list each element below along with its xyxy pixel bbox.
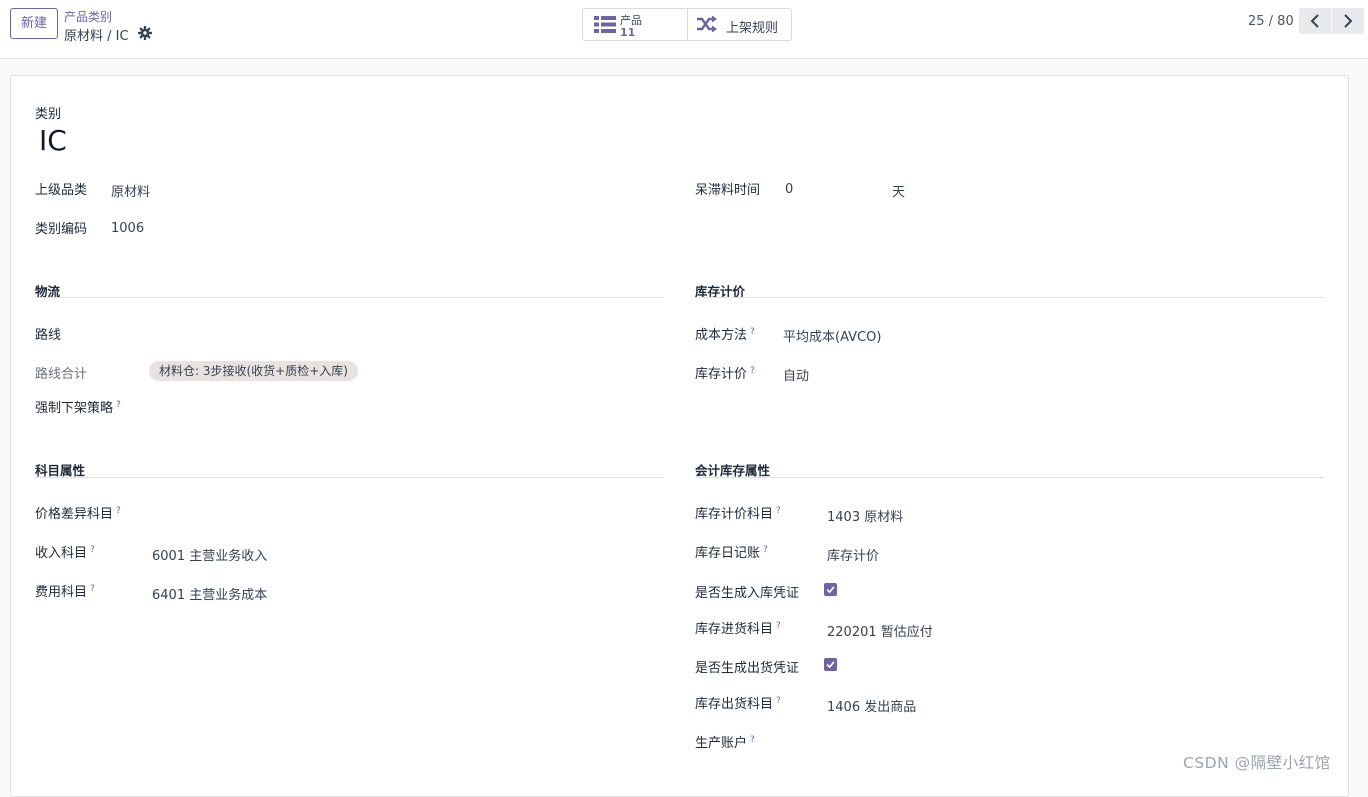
chevron-right-icon bbox=[1344, 14, 1353, 28]
form-sheet: 类别 IC 上级品类 原材料 类别编码 1006 呆滞料时间 0 天 物流 路线… bbox=[10, 75, 1349, 797]
production-account-label: 生产账户? bbox=[695, 732, 755, 751]
generate-out-voucher-label: 是否生成出货凭证 bbox=[695, 661, 800, 676]
dead-stock-time-unit: 天 bbox=[892, 185, 906, 200]
stock-journal-label: 库存日记账? bbox=[695, 542, 768, 561]
new-button[interactable]: 新建 bbox=[10, 8, 58, 39]
help-tooltip-icon[interactable]: ? bbox=[116, 400, 121, 410]
category-code-label: 类别编码 bbox=[35, 222, 88, 237]
stock-valuation-account-field[interactable]: 1403 原材料 bbox=[827, 506, 903, 525]
category-name-input[interactable]: IC bbox=[39, 124, 67, 157]
stock-output-account-field[interactable]: 1406 发出商品 bbox=[827, 696, 916, 715]
stock-journal-label-text: 库存日记账 bbox=[695, 546, 761, 561]
stock-output-account-label-text: 库存出货科目 bbox=[695, 697, 774, 712]
putaway-rules-label: 上架规则 bbox=[726, 21, 779, 36]
inventory-valuation-divider bbox=[695, 297, 1324, 298]
gear-icon[interactable] bbox=[138, 26, 152, 40]
shuffle-icon bbox=[697, 15, 717, 33]
help-tooltip-icon[interactable]: ? bbox=[750, 366, 755, 376]
pager-next-button[interactable] bbox=[1332, 8, 1364, 34]
removal-strategy-label-text: 强制下架策略 bbox=[35, 401, 114, 416]
income-account-label-text: 收入科目 bbox=[35, 546, 88, 561]
control-panel: 新建 产品类别 原材料 / IC 产品 11 上架规则 25 / 80 bbox=[0, 0, 1368, 59]
inventory-valuation-label: 库存计价? bbox=[695, 363, 755, 382]
cost-method-label-text: 成本方法 bbox=[695, 328, 748, 343]
generate-out-voucher-checkbox[interactable] bbox=[824, 658, 837, 671]
help-tooltip-icon[interactable]: ? bbox=[116, 506, 121, 516]
products-smart-count: 11 bbox=[620, 26, 636, 39]
help-tooltip-icon[interactable]: ? bbox=[90, 545, 95, 555]
dead-stock-time-label: 呆滞料时间 bbox=[695, 183, 761, 198]
category-code-field[interactable]: 1006 bbox=[111, 221, 144, 236]
smart-buttons: 产品 11 上架规则 bbox=[582, 8, 792, 41]
parent-category-label: 上级品类 bbox=[35, 183, 88, 198]
stock-valuation-account-label-text: 库存计价科目 bbox=[695, 507, 774, 522]
inventory-valuation-select[interactable]: 自动 bbox=[783, 365, 809, 384]
breadcrumb-current: 原材料 / IC bbox=[64, 29, 129, 44]
stock-journal-field[interactable]: 库存计价 bbox=[827, 545, 879, 564]
help-tooltip-icon[interactable]: ? bbox=[763, 545, 768, 555]
price-difference-account-label: 价格差异科目? bbox=[35, 503, 121, 522]
stock-output-account-label: 库存出货科目? bbox=[695, 693, 781, 712]
chevron-left-icon bbox=[1310, 14, 1319, 28]
category-field-label: 类别 bbox=[35, 107, 62, 122]
generate-in-voucher-checkbox[interactable] bbox=[824, 583, 837, 596]
expense-account-field[interactable]: 6401 主营业务成本 bbox=[152, 584, 267, 603]
account-stock-properties-divider bbox=[695, 477, 1324, 478]
stock-input-account-label-text: 库存进货科目 bbox=[695, 622, 774, 637]
price-difference-account-label-text: 价格差异科目 bbox=[35, 507, 114, 522]
pager-previous-button[interactable] bbox=[1299, 8, 1331, 34]
help-tooltip-icon[interactable]: ? bbox=[776, 696, 781, 706]
inventory-valuation-label-text: 库存计价 bbox=[695, 367, 748, 382]
stock-valuation-account-label: 库存计价科目? bbox=[695, 503, 781, 522]
products-smart-button[interactable]: 产品 11 bbox=[583, 9, 688, 40]
dead-stock-time-input[interactable]: 0 bbox=[785, 182, 793, 197]
income-account-label: 收入科目? bbox=[35, 542, 95, 561]
routes-total-label: 路线合计 bbox=[35, 367, 88, 382]
production-account-label-text: 生产账户 bbox=[695, 736, 748, 751]
cost-method-select[interactable]: 平均成本(AVCO) bbox=[783, 326, 881, 345]
breadcrumb-parent-link[interactable]: 产品类别 bbox=[64, 8, 112, 25]
help-tooltip-icon[interactable]: ? bbox=[750, 735, 755, 745]
help-tooltip-icon[interactable]: ? bbox=[750, 327, 755, 337]
help-tooltip-icon[interactable]: ? bbox=[776, 621, 781, 631]
checkmark-icon bbox=[826, 586, 835, 594]
putaway-rules-smart-button[interactable]: 上架规则 bbox=[688, 9, 791, 40]
stock-input-account-field[interactable]: 220201 暂估应付 bbox=[827, 621, 933, 640]
watermark: CSDN @隔壁小红馆 bbox=[1183, 754, 1331, 772]
cost-method-label: 成本方法? bbox=[695, 324, 755, 343]
routes-label: 路线 bbox=[35, 328, 62, 343]
expense-account-label-text: 费用科目 bbox=[35, 585, 88, 600]
expense-account-label: 费用科目? bbox=[35, 581, 95, 600]
pager-value[interactable]: 25 / 80 bbox=[1248, 14, 1294, 29]
list-icon bbox=[594, 16, 616, 33]
checkmark-icon bbox=[826, 661, 835, 669]
route-tag: 材料仓: 3步接收(收货+质检+入库) bbox=[149, 361, 358, 381]
stock-input-account-label: 库存进货科目? bbox=[695, 618, 781, 637]
parent-category-field[interactable]: 原材料 bbox=[111, 181, 150, 200]
help-tooltip-icon[interactable]: ? bbox=[90, 584, 95, 594]
logistics-divider bbox=[35, 297, 664, 298]
help-tooltip-icon[interactable]: ? bbox=[776, 506, 781, 516]
generate-in-voucher-label: 是否生成入库凭证 bbox=[695, 586, 800, 601]
account-properties-divider bbox=[35, 477, 664, 478]
income-account-field[interactable]: 6001 主营业务收入 bbox=[152, 545, 267, 564]
removal-strategy-label: 强制下架策略? bbox=[35, 397, 121, 416]
